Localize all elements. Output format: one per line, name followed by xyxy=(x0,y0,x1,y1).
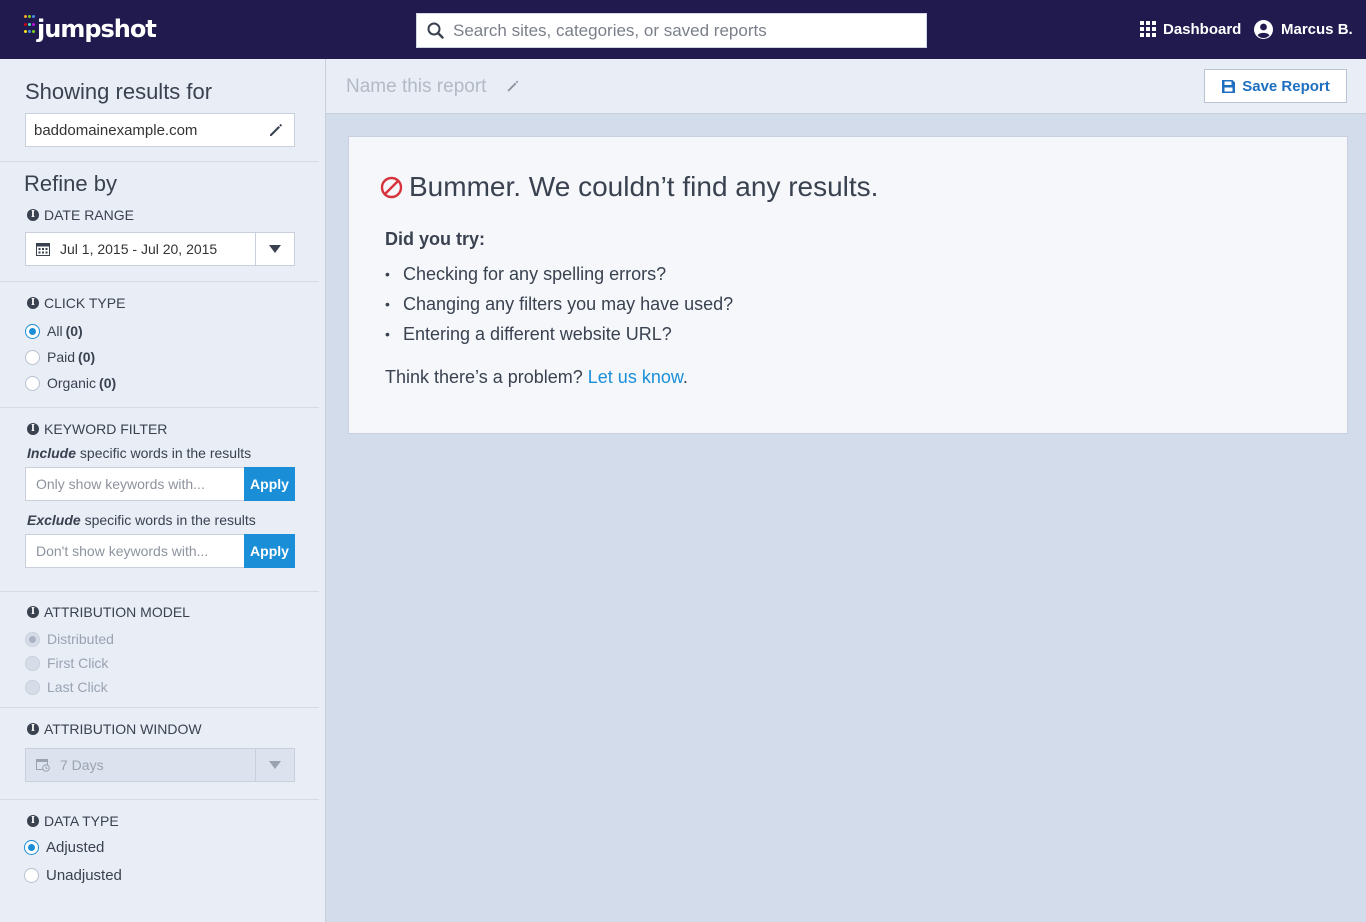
attribution-model-label: i ATTRIBUTION MODEL xyxy=(27,604,190,620)
did-you-try-heading: Did you try: xyxy=(385,229,486,249)
data-type-label: i DATA TYPE xyxy=(27,813,119,829)
showing-results-title: Showing results for xyxy=(25,79,213,104)
sidebar: Showing results for baddomainexample.com… xyxy=(0,59,326,922)
attribution-window-section: i ATTRIBUTION WINDOW 7 Days xyxy=(0,708,319,800)
radio-disabled xyxy=(25,679,40,695)
exclude-description: Exclude specific words in the results xyxy=(27,512,256,528)
dashboard-label: Dashboard xyxy=(1163,20,1242,38)
radio-selected[interactable] xyxy=(24,840,39,855)
logo-dots-icon xyxy=(24,15,36,37)
grid-icon xyxy=(1140,21,1156,37)
no-results-card: Bummer. We couldn’t find any results. Di… xyxy=(348,136,1348,434)
attribution-first-click: First Click xyxy=(25,655,108,671)
date-range-value: Jul 1, 2015 - Jul 20, 2015 xyxy=(60,241,218,257)
search-input[interactable] xyxy=(453,15,926,46)
click-type-section: i CLICK TYPE All (0) Paid (0) Organic (0) xyxy=(0,282,319,408)
radio-selected[interactable] xyxy=(25,323,40,339)
prohibited-icon xyxy=(380,176,403,198)
radio-unselected[interactable] xyxy=(25,349,40,365)
user-name: Marcus B. xyxy=(1281,20,1353,38)
exclude-apply-button[interactable]: Apply xyxy=(244,534,295,568)
include-keyword-row: Apply xyxy=(25,467,295,501)
include-apply-button[interactable]: Apply xyxy=(244,467,295,501)
no-results-title: Bummer. We couldn’t find any results. xyxy=(380,171,878,203)
calendar-clock-icon xyxy=(36,759,50,772)
date-range-section: Refine by i DATE RANGE Jul 1, 2015 - Jul… xyxy=(0,162,319,282)
info-icon[interactable]: i xyxy=(27,423,39,435)
calendar-icon xyxy=(36,243,50,256)
search-bar[interactable] xyxy=(416,13,927,48)
save-floppy-icon xyxy=(1222,79,1236,93)
suggestion-list: Checking for any spelling errors? Changi… xyxy=(385,259,733,349)
info-icon[interactable]: i xyxy=(27,723,39,735)
attribution-window-dropdown-toggle xyxy=(255,749,294,781)
date-range-label: i DATE RANGE xyxy=(27,207,134,223)
keyword-filter-section: i KEYWORD FILTER Include specific words … xyxy=(0,408,319,592)
list-item: Changing any filters you may have used? xyxy=(385,289,733,319)
date-range-dropdown-toggle[interactable] xyxy=(255,233,294,265)
date-range-select[interactable]: Jul 1, 2015 - Jul 20, 2015 xyxy=(25,232,295,266)
top-bar: jumpshot Dashboard Marcus B. xyxy=(0,0,1366,59)
info-icon[interactable]: i xyxy=(27,297,39,309)
exclude-keyword-row: Apply xyxy=(25,534,295,568)
click-type-paid[interactable]: Paid (0) xyxy=(25,349,95,365)
edit-pencil-icon[interactable] xyxy=(506,79,520,93)
data-type-unadjusted[interactable]: Unadjusted xyxy=(24,867,122,884)
attribution-model-section: i ATTRIBUTION MODEL Distributed First Cl… xyxy=(0,592,319,708)
jumpshot-logo[interactable]: jumpshot xyxy=(24,14,157,44)
radio-unselected[interactable] xyxy=(24,868,39,883)
info-icon[interactable]: i xyxy=(27,209,39,221)
caret-down-icon xyxy=(269,761,281,769)
attribution-window-label: i ATTRIBUTION WINDOW xyxy=(27,721,202,737)
radio-unselected[interactable] xyxy=(25,375,40,391)
report-name-field[interactable]: Name this report xyxy=(346,76,486,98)
attribution-window-value: 7 Days xyxy=(60,757,104,773)
report-title-bar: Name this report Save Report xyxy=(326,59,1366,114)
click-type-organic[interactable]: Organic (0) xyxy=(25,375,116,391)
user-menu[interactable]: Marcus B. xyxy=(1254,19,1353,39)
caret-down-icon xyxy=(269,245,281,253)
domain-value: baddomainexample.com xyxy=(34,121,198,139)
domain-field[interactable]: baddomainexample.com xyxy=(25,113,295,147)
logo-text: jumpshot xyxy=(37,15,157,43)
exclude-keyword-input[interactable] xyxy=(25,534,244,568)
radio-disabled xyxy=(25,655,40,671)
attribution-last-click: Last Click xyxy=(25,679,108,695)
radio-disabled-selected xyxy=(25,631,40,647)
save-report-button[interactable]: Save Report xyxy=(1204,69,1347,103)
data-type-adjusted[interactable]: Adjusted xyxy=(24,839,104,856)
let-us-know-link[interactable]: Let us know xyxy=(588,367,683,387)
user-avatar-icon xyxy=(1254,19,1273,39)
list-item: Entering a different website URL? xyxy=(385,319,733,349)
search-icon xyxy=(417,14,453,47)
info-icon[interactable]: i xyxy=(27,815,39,827)
attribution-distributed: Distributed xyxy=(25,631,114,647)
showing-results-section: Showing results for baddomainexample.com xyxy=(0,59,319,162)
data-type-section: i DATA TYPE Adjusted Unadjusted xyxy=(0,800,319,922)
keyword-filter-label: i KEYWORD FILTER xyxy=(27,421,167,437)
problem-text: Think there’s a problem? Let us know. xyxy=(385,367,688,387)
edit-pencil-icon[interactable] xyxy=(268,122,284,138)
list-item: Checking for any spelling errors? xyxy=(385,259,733,289)
include-keyword-input[interactable] xyxy=(25,467,244,501)
dashboard-link[interactable]: Dashboard xyxy=(1140,19,1241,39)
attribution-window-select: 7 Days xyxy=(25,748,295,782)
click-type-all[interactable]: All (0) xyxy=(25,323,83,339)
refine-by-title: Refine by xyxy=(24,171,117,196)
click-type-label: i CLICK TYPE xyxy=(27,295,125,311)
include-description: Include specific words in the results xyxy=(27,445,252,461)
info-icon[interactable]: i xyxy=(27,606,39,618)
